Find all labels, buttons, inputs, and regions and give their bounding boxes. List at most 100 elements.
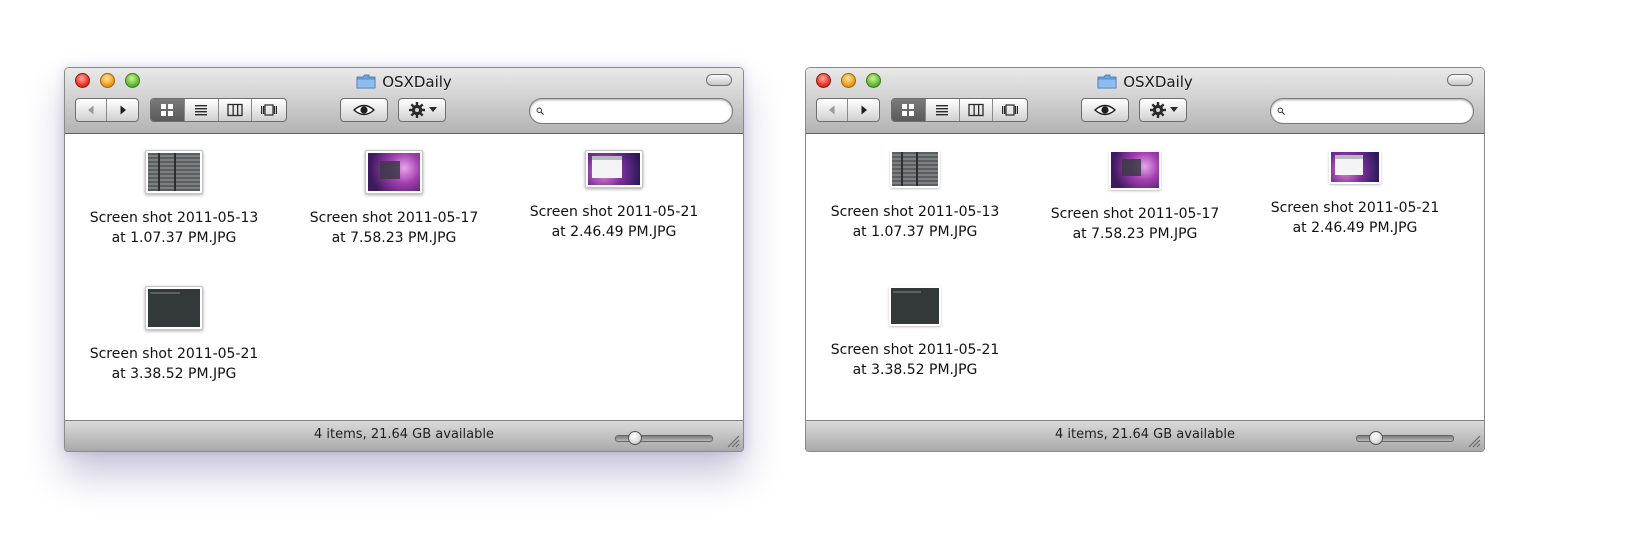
eye-icon (353, 104, 375, 116)
status-bar: 4 items, 21.64 GB available (65, 420, 743, 451)
file-browser-content[interactable]: Screen shot 2011-05-13 at 1.07.37 PM.JPG… (65, 134, 743, 421)
folder-icon (356, 74, 376, 89)
file-name-line-1: Screen shot 2011-05-13 (830, 204, 1000, 220)
forward-button[interactable] (848, 99, 879, 121)
forward-arrow-icon (861, 105, 867, 115)
view-mode-buttons (891, 98, 1028, 122)
column-view-button[interactable] (219, 99, 253, 121)
file-name: Screen shot 2011-05-17 at 7.58.23 PM.JPG (289, 208, 499, 248)
finder-window-thumbnail (1329, 150, 1381, 184)
window-toolbar[interactable]: OSXDaily (65, 68, 743, 134)
file-name-line-2: at 3.38.52 PM.JPG (111, 366, 237, 382)
comparison-stage: OSXDaily Screen shot 2011-05-13 at 1.07.… (0, 0, 1640, 543)
file-name-line-1: Screen shot 2011-05-13 (89, 210, 259, 226)
file-name-line-1: Screen shot 2011-05-21 (830, 342, 1000, 358)
file-name-line-2: at 2.46.49 PM.JPG (551, 224, 677, 240)
file-item[interactable]: Screen shot 2011-05-17 at 7.58.23 PM.JPG (1030, 150, 1240, 244)
column-view-icon (968, 103, 984, 117)
file-item[interactable]: Screen shot 2011-05-21 at 3.38.52 PM.JPG (69, 286, 279, 384)
forward-button[interactable] (107, 99, 138, 121)
icon-size-slider[interactable] (1356, 431, 1454, 445)
icon-size-slider-thumb[interactable] (628, 431, 642, 445)
file-item[interactable]: Screen shot 2011-05-21 at 2.46.49 PM.JPG (1250, 150, 1460, 238)
column-view-button[interactable] (960, 99, 994, 121)
search-icon (1277, 107, 1285, 115)
window-title-area: OSXDaily (806, 72, 1484, 92)
cover-flow-icon (1002, 104, 1019, 116)
resize-grip-icon[interactable] (726, 434, 740, 448)
search-input[interactable] (544, 101, 732, 121)
search-input[interactable] (1285, 101, 1473, 121)
quick-look-button[interactable] (1082, 99, 1128, 121)
file-name-line-2: at 7.58.23 PM.JPG (1072, 226, 1198, 242)
icon-view-icon (902, 104, 915, 116)
back-button[interactable] (76, 99, 108, 121)
dark-terminal-thumbnail (145, 286, 203, 330)
file-name-line-2: at 3.38.52 PM.JPG (852, 362, 978, 378)
file-name: Screen shot 2011-05-17 at 7.58.23 PM.JPG (1030, 204, 1240, 244)
file-name: Screen shot 2011-05-21 at 2.46.49 PM.JPG (1250, 198, 1460, 238)
search-icon (536, 107, 544, 115)
back-button[interactable] (817, 99, 849, 121)
window-toolbar[interactable]: OSXDaily (806, 68, 1484, 134)
cover-flow-button[interactable] (252, 99, 286, 121)
file-name-line-2: at 1.07.37 PM.JPG (111, 230, 237, 246)
gray-screenshot-thumbnail (890, 150, 940, 188)
forward-arrow-icon (120, 105, 126, 115)
action-menu-button[interactable] (1140, 99, 1186, 121)
window-title-area: OSXDaily (65, 72, 743, 92)
finder-window-without-shadow[interactable]: OSXDaily Screen shot 2011-05-13 at 1.07.… (805, 67, 1485, 452)
column-view-icon (227, 103, 243, 117)
file-name: Screen shot 2011-05-13 at 1.07.37 PM.JPG (810, 202, 1020, 242)
toolbar-toggle-button[interactable] (1447, 74, 1473, 86)
toolbar-toggle-button[interactable] (706, 74, 732, 86)
icon-view-icon (161, 104, 174, 116)
file-name-line-1: Screen shot 2011-05-21 (529, 204, 699, 220)
icon-size-slider[interactable] (615, 431, 713, 445)
file-name-line-1: Screen shot 2011-05-21 (89, 346, 259, 362)
quick-look-button[interactable] (341, 99, 387, 121)
file-name-line-2: at 2.46.49 PM.JPG (1292, 220, 1418, 236)
file-name: Screen shot 2011-05-21 at 2.46.49 PM.JPG (509, 202, 719, 242)
purple-desktop-thumbnail (365, 150, 423, 194)
action-menu-button[interactable] (399, 99, 445, 121)
list-view-button[interactable] (185, 99, 219, 121)
file-item[interactable]: Screen shot 2011-05-17 at 7.58.23 PM.JPG (289, 150, 499, 248)
eye-icon (1094, 104, 1116, 116)
action-button-group (398, 98, 446, 122)
icon-size-slider-thumb[interactable] (1369, 431, 1383, 445)
icon-view-button[interactable] (892, 99, 926, 121)
dark-terminal-thumbnail (889, 286, 941, 326)
folder-icon (1097, 74, 1117, 89)
file-item[interactable]: Screen shot 2011-05-21 at 2.46.49 PM.JPG (509, 150, 719, 242)
view-mode-buttons (150, 98, 287, 122)
back-forward-buttons (75, 98, 139, 122)
search-field[interactable] (1270, 98, 1474, 124)
action-button-group (1139, 98, 1187, 122)
gear-icon (408, 102, 425, 118)
resize-grip-icon[interactable] (1467, 434, 1481, 448)
window-title: OSXDaily (382, 73, 452, 91)
cover-flow-icon (261, 104, 278, 116)
chevron-down-icon (1169, 107, 1178, 112)
list-view-button[interactable] (926, 99, 960, 121)
chevron-down-icon (428, 107, 437, 112)
file-item[interactable]: Screen shot 2011-05-21 at 3.38.52 PM.JPG (810, 286, 1020, 380)
file-name: Screen shot 2011-05-21 at 3.38.52 PM.JPG (810, 340, 1020, 380)
file-item[interactable]: Screen shot 2011-05-13 at 1.07.37 PM.JPG (69, 150, 279, 248)
back-arrow-icon (829, 105, 835, 115)
search-field[interactable] (529, 98, 733, 124)
purple-desktop-thumbnail (1109, 150, 1161, 190)
file-item[interactable]: Screen shot 2011-05-13 at 1.07.37 PM.JPG (810, 150, 1020, 242)
cover-flow-button[interactable] (993, 99, 1027, 121)
finder-window-with-shadow[interactable]: OSXDaily Screen shot 2011-05-13 at 1.07.… (64, 67, 744, 452)
list-view-icon (195, 105, 208, 116)
file-name-line-2: at 7.58.23 PM.JPG (331, 230, 457, 246)
file-name-line-1: Screen shot 2011-05-17 (309, 210, 479, 226)
quick-look-button-group (1081, 98, 1129, 122)
icon-view-button[interactable] (151, 99, 185, 121)
file-name: Screen shot 2011-05-21 at 3.38.52 PM.JPG (69, 344, 279, 384)
list-view-icon (936, 105, 949, 116)
file-browser-content[interactable]: Screen shot 2011-05-13 at 1.07.37 PM.JPG… (806, 134, 1484, 421)
gray-screenshot-thumbnail (145, 150, 203, 194)
